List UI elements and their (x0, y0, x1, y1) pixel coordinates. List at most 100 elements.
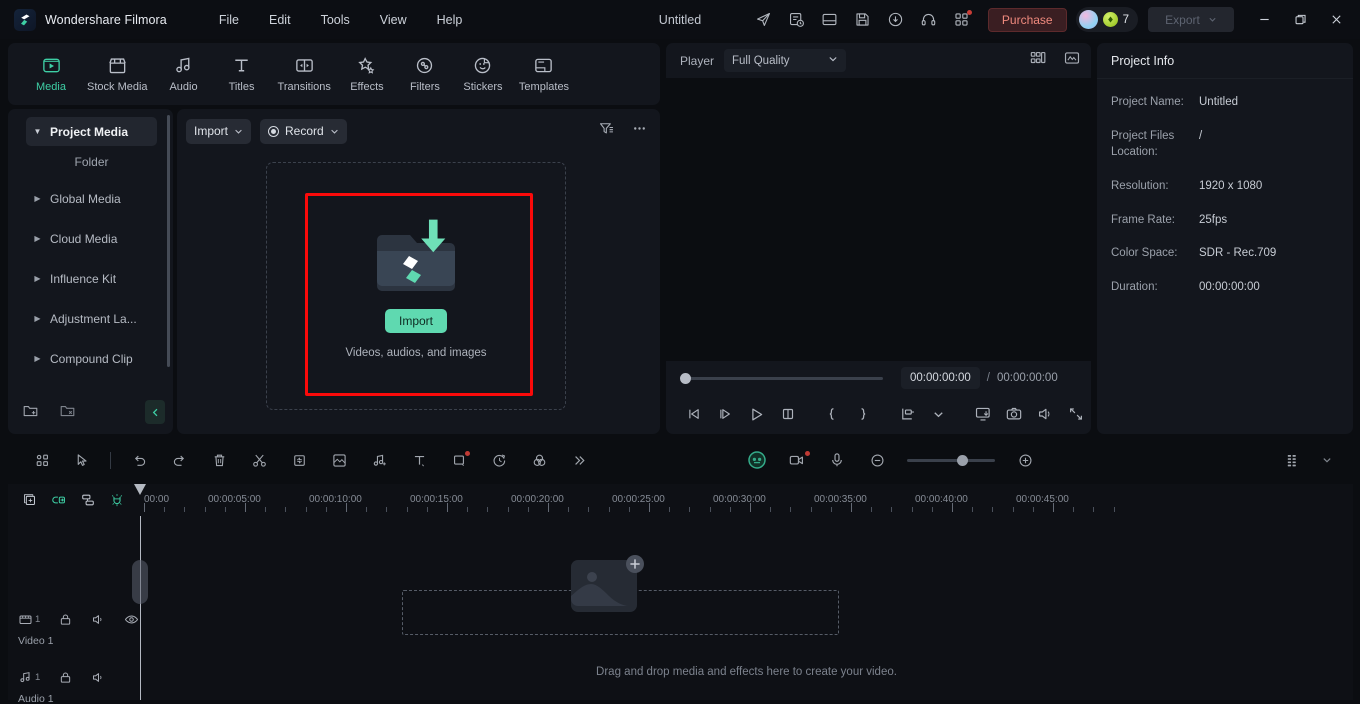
quality-select[interactable]: Full Quality (724, 49, 846, 72)
ai-copilot-icon[interactable] (737, 445, 777, 475)
player-preview-stage[interactable] (666, 78, 1091, 361)
tab-titles[interactable]: Titles (213, 55, 271, 93)
filter-icon[interactable] (598, 120, 615, 142)
apps-grid-icon[interactable] (945, 5, 978, 35)
mark-out-button[interactable] (848, 399, 879, 429)
minimize-button[interactable] (1246, 4, 1282, 36)
tab-effects[interactable]: Effects (338, 55, 396, 93)
lock-icon[interactable] (58, 612, 73, 627)
headset-support-icon[interactable] (912, 5, 945, 35)
keyframe-dropdown[interactable] (923, 399, 954, 429)
more-tools-icon[interactable] (559, 445, 599, 475)
next-frame-button[interactable] (711, 399, 742, 429)
expand-button[interactable] (1060, 399, 1091, 429)
link-clips-icon[interactable] (51, 492, 67, 513)
prev-frame-button[interactable] (680, 399, 711, 429)
tab-templates[interactable]: Templates (512, 55, 576, 93)
mute-icon[interactable] (91, 670, 106, 685)
auto-ripple-icon[interactable] (80, 492, 96, 513)
keyframe-button[interactable] (893, 399, 924, 429)
volume-button[interactable] (1030, 399, 1061, 429)
audio-detach-icon[interactable] (359, 445, 399, 475)
player-seek-knob[interactable] (680, 373, 691, 384)
zoom-in-icon[interactable] (1005, 445, 1045, 475)
shape-icon[interactable] (439, 445, 479, 475)
playhead-grip[interactable] (132, 560, 148, 604)
record-dropdown-button[interactable]: Record (260, 119, 347, 144)
delete-icon[interactable] (199, 445, 239, 475)
audio-track-icon[interactable]: 1 (18, 670, 40, 685)
speed-icon[interactable] (479, 445, 519, 475)
sidebar-item-compound-clip[interactable]: ▶ Compound Clip (26, 344, 157, 373)
play-button[interactable] (742, 399, 773, 429)
task-history-icon[interactable] (780, 5, 813, 35)
lock-icon[interactable] (58, 670, 73, 685)
sidebar-item-influence-kit[interactable]: ▶ Influence Kit (26, 264, 157, 293)
timeline-zoom-knob[interactable] (957, 455, 968, 466)
track-settings-icon[interactable] (1273, 445, 1313, 475)
track-header-video-1[interactable]: 1 (18, 609, 140, 647)
crop-icon[interactable] (279, 445, 319, 475)
current-timecode[interactable]: 00:00:00:00 (901, 367, 980, 389)
screen-record-icon[interactable] (777, 445, 817, 475)
sidebar-scrollbar[interactable] (167, 115, 170, 367)
sidebar-item-project-media[interactable]: ▼ Project Media (26, 117, 157, 146)
import-button[interactable]: Import (385, 309, 447, 333)
tab-media[interactable]: Media (22, 55, 80, 93)
menu-edit[interactable]: Edit (267, 10, 293, 30)
delete-folder-icon[interactable] (59, 402, 76, 424)
save-icon[interactable] (846, 5, 879, 35)
export-button[interactable]: Export (1148, 7, 1234, 32)
sidebar-item-adjustment-layer[interactable]: ▶ Adjustment La... (26, 304, 157, 333)
menu-tools[interactable]: Tools (319, 10, 352, 30)
split-icon[interactable] (239, 445, 279, 475)
magnet-snap-icon[interactable] (109, 492, 125, 513)
purchase-button[interactable]: Purchase (988, 8, 1067, 32)
layout-icon[interactable] (813, 5, 846, 35)
tab-filters[interactable]: Filters (396, 55, 454, 93)
color-match-icon[interactable] (519, 445, 559, 475)
send-icon[interactable] (747, 5, 780, 35)
close-button[interactable] (1318, 4, 1354, 36)
mute-icon[interactable] (91, 612, 106, 627)
menu-view[interactable]: View (378, 10, 409, 30)
redo-icon[interactable] (159, 445, 199, 475)
account-credits-chip[interactable]: 7 (1076, 7, 1138, 32)
tab-audio[interactable]: Audio (155, 55, 213, 93)
select-tool-icon[interactable] (62, 445, 102, 475)
player-seek-slider[interactable] (685, 377, 883, 380)
import-dropdown-button[interactable]: Import (186, 119, 251, 144)
zoom-out-icon[interactable] (857, 445, 897, 475)
timeline-ruler[interactable]: 00:00 00:00:05:00 00:00:10:00 00:00:15:0… (140, 484, 1353, 516)
mask-icon[interactable] (319, 445, 359, 475)
tab-transitions[interactable]: Transitions (271, 55, 338, 93)
cloud-download-icon[interactable] (879, 5, 912, 35)
timeline-tracks-area[interactable]: Drag and drop media and effects here to … (140, 516, 1353, 700)
tab-stock-media[interactable]: Stock Media (80, 55, 155, 93)
snapshot-button[interactable] (999, 399, 1030, 429)
menu-file[interactable]: File (217, 10, 241, 30)
voiceover-icon[interactable] (817, 445, 857, 475)
more-options-icon[interactable] (631, 120, 648, 142)
eye-icon[interactable] (124, 612, 139, 627)
new-folder-icon[interactable] (22, 402, 39, 424)
undo-icon[interactable] (119, 445, 159, 475)
sidebar-subitem-folder[interactable]: Folder (26, 151, 157, 173)
media-dropzone[interactable]: Import Videos, audios, and images (266, 162, 566, 410)
sidebar-item-cloud-media[interactable]: ▶ Cloud Media (26, 224, 157, 253)
collapse-panel-icon[interactable] (145, 400, 165, 424)
track-settings-dropdown[interactable] (1317, 445, 1337, 475)
grid-layout-icon[interactable] (22, 445, 62, 475)
tab-stickers[interactable]: Stickers (454, 55, 512, 93)
text-icon[interactable] (399, 445, 439, 475)
menu-help[interactable]: Help (435, 10, 465, 30)
mark-in-button[interactable] (817, 399, 848, 429)
sidebar-item-global-media[interactable]: ▶ Global Media (26, 184, 157, 213)
track-header-audio-1[interactable]: 1 Audio 1 (18, 667, 140, 704)
grid-view-icon[interactable] (1029, 49, 1047, 72)
video-track-icon[interactable]: 1 (18, 612, 40, 627)
add-marker-icon[interactable] (22, 492, 38, 513)
fullscreen-monitor-button[interactable] (968, 399, 999, 429)
timeline-zoom-slider[interactable] (907, 459, 995, 462)
maximize-restore-button[interactable] (1282, 4, 1318, 36)
